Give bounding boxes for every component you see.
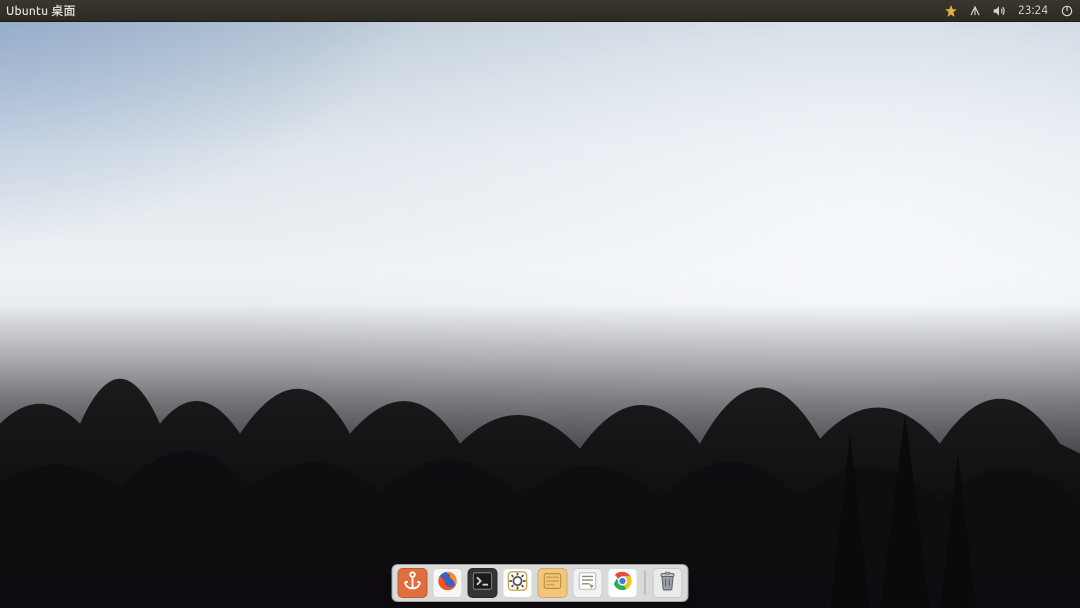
folder-icon (542, 570, 564, 596)
system-tray: 23:24 (944, 4, 1074, 18)
dock (392, 564, 689, 602)
trash-icon (657, 570, 679, 596)
notebook-icon (577, 570, 599, 596)
volume-icon[interactable] (992, 4, 1006, 18)
anchor-app[interactable] (398, 568, 428, 598)
firefox-app[interactable] (433, 568, 463, 598)
editor-app[interactable] (573, 568, 603, 598)
power-icon[interactable] (1060, 4, 1074, 18)
notification-icon[interactable] (944, 4, 958, 18)
files-app[interactable] (538, 568, 568, 598)
anchor-icon (402, 570, 424, 596)
desktop-wallpaper (0, 0, 1080, 608)
top-panel: Ubuntu 桌面 23:24 (0, 0, 1080, 22)
panel-title[interactable]: Ubuntu 桌面 (6, 2, 76, 19)
chrome-icon (612, 570, 634, 596)
gear-icon (507, 570, 529, 596)
terminal-icon (472, 570, 494, 596)
settings-app[interactable] (503, 568, 533, 598)
terminal-app[interactable] (468, 568, 498, 598)
chrome-app[interactable] (608, 568, 638, 598)
trash[interactable] (653, 568, 683, 598)
network-icon[interactable] (968, 4, 982, 18)
firefox-icon (437, 570, 459, 596)
dock-separator (645, 571, 646, 595)
clock[interactable]: 23:24 (1018, 4, 1048, 17)
